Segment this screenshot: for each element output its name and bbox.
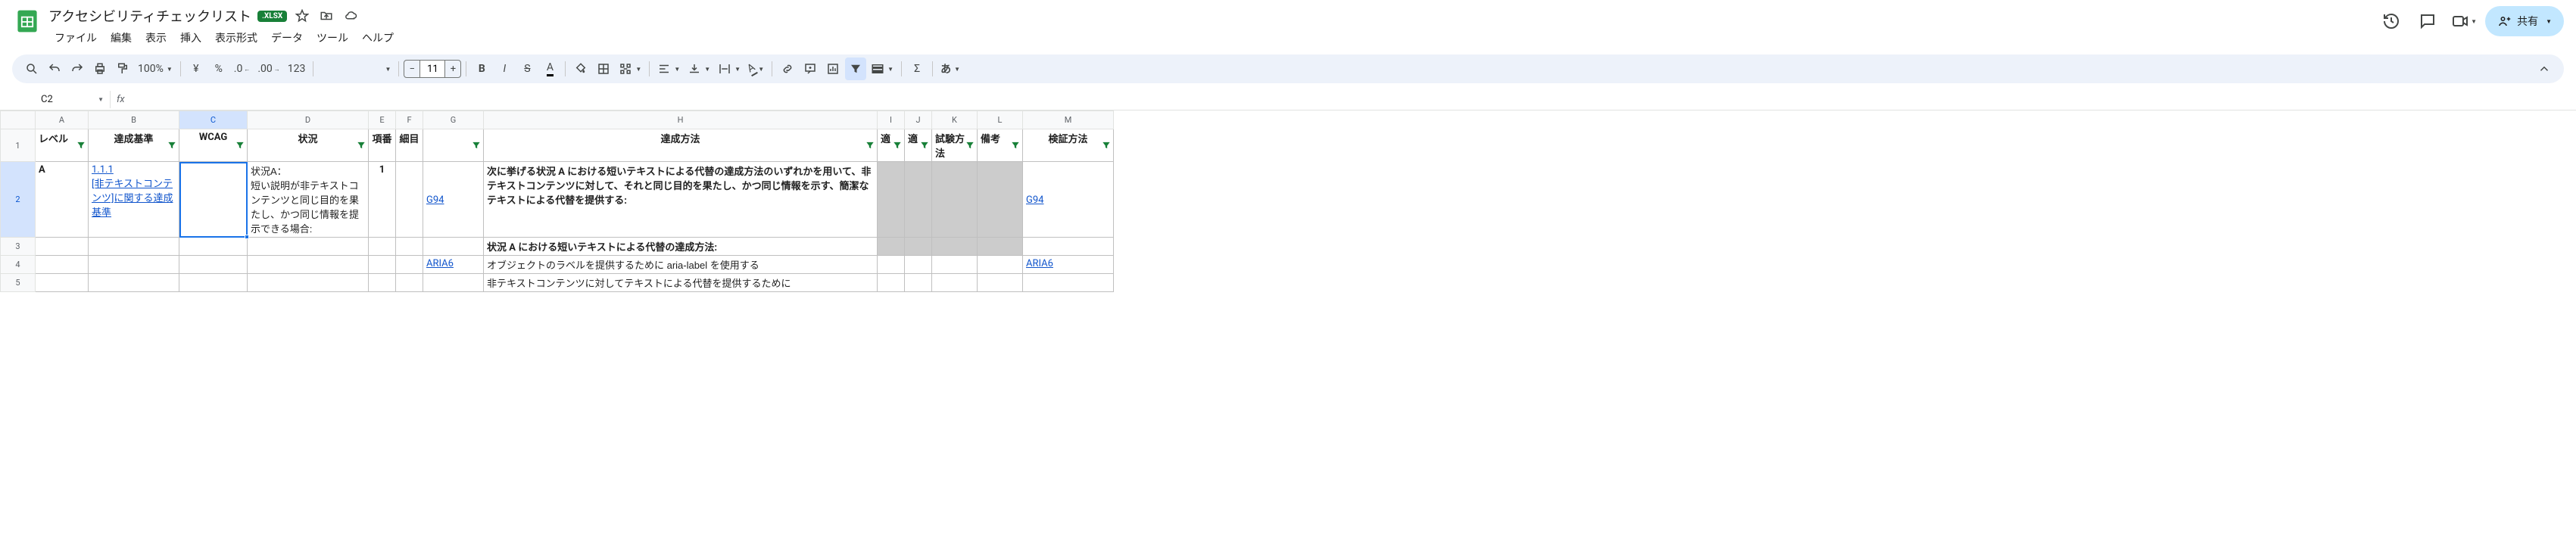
comment-icon[interactable]	[2412, 6, 2443, 36]
menu-help[interactable]: ヘルプ	[356, 27, 400, 48]
h-align-button[interactable]: ▼	[654, 58, 683, 80]
link-cell: G94	[1026, 194, 1043, 206]
filter-views-button[interactable]: ▼	[868, 58, 897, 80]
borders-button[interactable]	[593, 58, 614, 80]
zoom-select[interactable]: 100%▼	[135, 58, 176, 80]
table-row: 1 レベル 達成基準 WCAG 状況 項番 細目 達成方法 適 適 試験方法 備…	[1, 129, 1114, 162]
sheets-logo[interactable]	[12, 6, 42, 36]
menu-data[interactable]: データ	[265, 27, 309, 48]
text-color-button[interactable]: A	[539, 58, 560, 80]
print-icon[interactable]	[89, 58, 111, 80]
share-button[interactable]: 共有 ▼	[2485, 6, 2564, 36]
link-cell: ARIA6	[1026, 258, 1053, 269]
fx-icon: fx	[111, 94, 131, 105]
insert-comment-button[interactable]	[800, 58, 821, 80]
rotate-button[interactable]: A▼	[745, 58, 767, 80]
paint-format-icon[interactable]	[112, 58, 133, 80]
bold-button[interactable]: B	[471, 58, 492, 80]
link-cell: ARIA6	[426, 258, 454, 269]
italic-button[interactable]: I	[494, 58, 515, 80]
filter-button[interactable]	[845, 58, 866, 80]
table-row: 4 ARIA6 オブジェクトのラベルを提供するために aria-label を使…	[1, 256, 1114, 274]
decrease-decimal-button[interactable]: .0←	[231, 58, 254, 80]
currency-button[interactable]: ¥	[186, 58, 207, 80]
meet-icon[interactable]: ▼	[2449, 6, 2479, 36]
table-row: 3 状況 A における短いテキストによる代替の達成方法:	[1, 238, 1114, 256]
column-headers[interactable]: A B C D E F G H I J K L M	[1, 111, 1114, 129]
input-method-button[interactable]: あ▼	[937, 58, 963, 80]
menu-insert[interactable]: 挿入	[174, 27, 207, 48]
increase-decimal-button[interactable]: .00→	[254, 58, 282, 80]
redo-icon[interactable]	[67, 58, 88, 80]
wrap-button[interactable]: ▼	[715, 58, 744, 80]
merge-button[interactable]: ▼	[616, 58, 644, 80]
history-icon[interactable]	[2376, 6, 2406, 36]
link-cell: 1.1.1 [非テキストコンテンツ]に関する達成基準	[92, 164, 173, 219]
doc-title[interactable]: アクセシビリティチェックリスト	[48, 6, 251, 26]
table-row: 5 非テキストコンテンツに対してテキストによる代替を提供するために	[1, 274, 1114, 292]
font-select[interactable]: ▼	[318, 58, 394, 80]
active-cell[interactable]	[179, 162, 248, 238]
share-label: 共有	[2517, 14, 2538, 29]
table-row: 2 A 1.1.1 [非テキストコンテンツ]に関する達成基準 状況A： 短い説明…	[1, 162, 1114, 238]
menu-file[interactable]: ファイル	[48, 27, 103, 48]
more-formats-button[interactable]: 123	[285, 58, 309, 80]
v-align-button[interactable]: ▼	[685, 58, 713, 80]
font-size-decrease[interactable]: −	[404, 60, 420, 78]
menu-tools[interactable]: ツール	[310, 27, 354, 48]
font-size-increase[interactable]: +	[444, 60, 461, 78]
menu-format[interactable]: 表示形式	[209, 27, 264, 48]
insert-chart-button[interactable]	[822, 58, 844, 80]
move-icon[interactable]	[317, 7, 335, 25]
link-button[interactable]	[777, 58, 798, 80]
functions-button[interactable]: Σ	[906, 58, 928, 80]
collapse-toolbar-icon[interactable]	[2534, 58, 2555, 80]
percent-button[interactable]: %	[208, 58, 229, 80]
toolbar: 100%▼ ¥ % .0← .00→ 123 ▼ − + B I S A ▼ ▼…	[12, 54, 2564, 83]
menu-bar: ファイル 編集 表示 挿入 表示形式 データ ツール ヘルプ	[48, 27, 2370, 48]
search-icon[interactable]	[21, 58, 42, 80]
name-box[interactable]: C2▼	[35, 91, 111, 108]
menu-view[interactable]: 表示	[139, 27, 173, 48]
strikethrough-button[interactable]: S	[516, 58, 538, 80]
link-cell: G94	[426, 194, 444, 206]
fill-color-button[interactable]	[570, 58, 591, 80]
font-size-input[interactable]	[420, 60, 444, 78]
undo-icon[interactable]	[44, 58, 65, 80]
menu-edit[interactable]: 編集	[104, 27, 138, 48]
cloud-icon[interactable]	[341, 7, 360, 25]
file-type-badge: .XLSX	[257, 11, 287, 22]
star-icon[interactable]	[293, 7, 311, 25]
